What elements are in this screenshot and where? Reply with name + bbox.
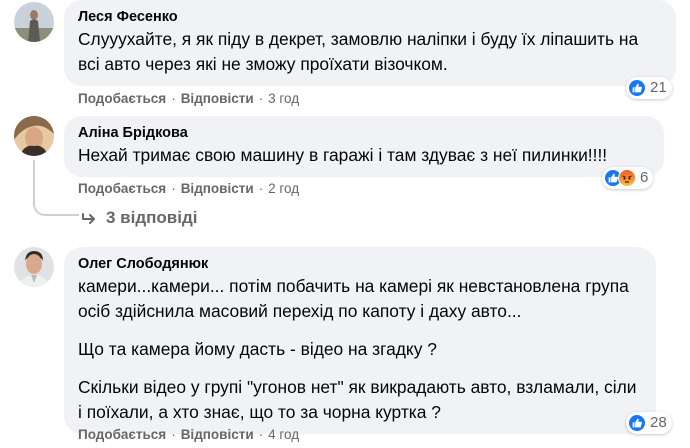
comment-author[interactable]: Леся Фесенко (78, 8, 664, 27)
separator-dot: · (258, 181, 264, 196)
timestamp[interactable]: 2 год (268, 181, 299, 196)
replies-count-label: 3 відповіді (106, 208, 198, 227)
view-replies-button[interactable]: 3 відповіді (82, 208, 197, 228)
comment-actions: Подобається · Відповісти · 3 год (78, 91, 299, 107)
timestamp[interactable]: 4 год (268, 427, 299, 442)
separator-dot: · (258, 91, 264, 106)
comment-paragraph: Скільки відео у групі "угонов нет" як ви… (78, 377, 637, 422)
reply-button[interactable]: Відповісти (181, 181, 254, 196)
avatar[interactable] (14, 247, 54, 287)
comment-actions: Подобається · Відповісти · 4 год (78, 427, 299, 443)
timestamp[interactable]: 3 год (268, 91, 299, 106)
comment-text: Слууухайте, я як піду в декрет, замовлю … (78, 27, 664, 77)
like-button[interactable]: Подобається (78, 91, 166, 106)
reaction-count: 21 (650, 79, 667, 96)
reaction-summary[interactable]: 21 (626, 77, 672, 99)
like-button[interactable]: Подобається (78, 181, 166, 196)
comment-paragraph: Нехай тримає свою машину в гаражі і там … (78, 145, 608, 165)
comment-bubble: Леся Фесенко Слууухайте, я як піду в дек… (64, 0, 676, 86)
reaction-summary[interactable]: 6 (602, 167, 654, 189)
comment-text: камери...камери... потім побачить на кам… (78, 274, 644, 425)
comment-bubble: Аліна Брідкова Нехай тримає свою машину … (64, 116, 664, 177)
avatar[interactable] (14, 2, 54, 42)
comment-actions: Подобається · Відповісти · 2 год (78, 181, 299, 197)
comment-text: Нехай тримає свою машину в гаражі і там … (78, 143, 652, 168)
separator-dot: · (171, 427, 176, 442)
reaction-summary[interactable]: 28 (626, 412, 672, 434)
separator-dot: · (171, 181, 176, 196)
comment-paragraph: Що та камера йому дасть - відео на згадк… (78, 339, 437, 359)
reaction-count: 6 (640, 169, 649, 186)
thread-connector-line (33, 160, 79, 216)
angry-icon (618, 169, 636, 187)
reply-arrow-icon (82, 213, 95, 224)
separator-dot: · (258, 427, 264, 442)
comment-author[interactable]: Олег Слободянюк (78, 255, 644, 274)
like-icon (628, 414, 646, 432)
comment-paragraph: Слууухайте, я як піду в декрет, замовлю … (78, 29, 639, 74)
reaction-count: 28 (650, 414, 667, 431)
like-icon (628, 79, 646, 97)
separator-dot: · (171, 91, 176, 106)
reply-button[interactable]: Відповісти (181, 91, 254, 106)
comment-bubble: Олег Слободянюк камери...камери... потім… (64, 247, 656, 434)
like-button[interactable]: Подобається (78, 427, 166, 442)
comment-paragraph: камери...камери... потім побачить на кам… (78, 276, 629, 321)
comment-author[interactable]: Аліна Брідкова (78, 124, 652, 143)
avatar[interactable] (14, 116, 54, 156)
reply-button[interactable]: Відповісти (181, 427, 254, 442)
